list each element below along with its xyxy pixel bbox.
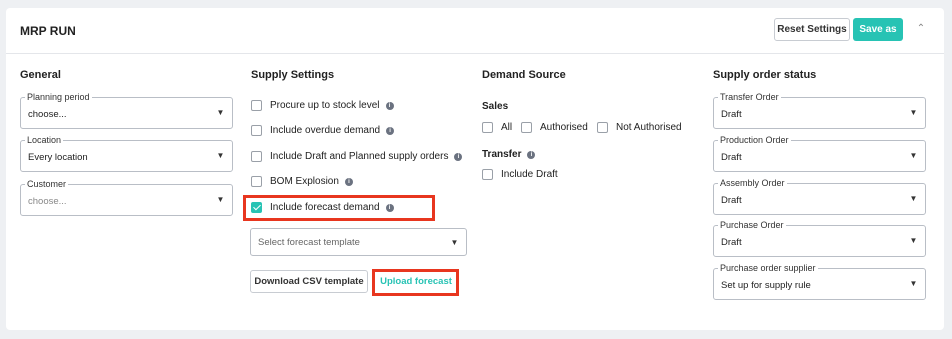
location-label: Location (25, 135, 64, 146)
supply-order-status-title: Supply order status (713, 69, 817, 81)
sales-not-authorised-label: Not Authorised (616, 122, 682, 133)
planning-period-value: choose... (28, 109, 67, 120)
sales-all-label: All (501, 122, 513, 133)
transfer-include-draft-option[interactable]: Include Draft (482, 169, 558, 180)
header-divider (6, 53, 944, 54)
sales-all-option[interactable]: All (482, 122, 512, 133)
chevron-up-icon[interactable]: ⌃ (914, 22, 928, 36)
supply-settings-title: Supply Settings (251, 69, 335, 81)
sales-subtitle: Sales (482, 101, 508, 112)
purchase-order-label: Purchase Order (718, 220, 786, 231)
purchase-order-supplier-value: Set up for supply rule (721, 280, 811, 291)
include-draft-planned-option[interactable]: Include Draft and Planned supply orders … (251, 151, 463, 162)
location-value: Every location (28, 152, 88, 163)
upload-highlight-box (372, 269, 459, 296)
draft-planned-label: Include Draft and Planned supply orders (270, 151, 449, 162)
purchase-order-select[interactable]: Purchase Order Draft ▼ (713, 220, 926, 257)
include-overdue-option[interactable]: Include overdue demand i (251, 125, 395, 136)
forecast-template-select[interactable]: Select forecast template ▼ (250, 228, 467, 256)
transfer-subtitle: Transfer i (482, 149, 536, 160)
planning-period-select[interactable]: Planning period choose... ▼ (20, 92, 233, 129)
overdue-label: Include overdue demand (270, 125, 381, 136)
planning-period-label: Planning period (25, 92, 92, 103)
overdue-checkbox[interactable] (251, 125, 262, 136)
chevron-down-icon: ▼ (216, 151, 225, 160)
customer-select[interactable]: Customer choose... ▼ (20, 179, 233, 216)
assembly-order-select[interactable]: Assembly Order Draft ▼ (713, 178, 926, 215)
transfer-order-select[interactable]: Transfer Order Draft ▼ (713, 92, 926, 129)
info-icon[interactable]: i (385, 101, 394, 110)
customer-label: Customer (25, 179, 69, 190)
chevron-down-icon: ▼ (216, 195, 225, 204)
assembly-order-value: Draft (721, 195, 742, 206)
procure-label: Procure up to stock level (270, 100, 380, 111)
sales-authorised-option[interactable]: Authorised (521, 122, 588, 133)
info-icon[interactable]: i (386, 126, 395, 135)
info-icon[interactable]: i (527, 150, 536, 159)
chevron-down-icon: ▼ (909, 194, 918, 203)
purchase-order-supplier-select[interactable]: Purchase order supplier Set up for suppl… (713, 263, 926, 300)
purchase-order-value: Draft (721, 237, 742, 248)
save-as-button[interactable]: Save as (853, 18, 903, 41)
page-title: MRP RUN (20, 24, 76, 38)
sales-all-checkbox[interactable] (482, 122, 493, 133)
bom-explosion-checkbox[interactable] (251, 176, 262, 187)
assembly-order-label: Assembly Order (718, 178, 787, 189)
production-order-value: Draft (721, 152, 742, 163)
sales-not-authorised-checkbox[interactable] (597, 122, 608, 133)
chevron-down-icon: ▼ (909, 151, 918, 160)
procure-up-to-stock-option[interactable]: Procure up to stock level i (251, 100, 394, 111)
transfer-order-label: Transfer Order (718, 92, 781, 103)
forecast-highlight-box (243, 195, 435, 221)
production-order-select[interactable]: Production Order Draft ▼ (713, 135, 926, 172)
general-section-title: General (20, 69, 61, 81)
forecast-template-placeholder: Select forecast template (258, 237, 360, 248)
purchase-order-supplier-label: Purchase order supplier (718, 263, 818, 274)
sales-authorised-label: Authorised (540, 122, 588, 133)
chevron-down-icon: ▼ (450, 238, 459, 247)
production-order-label: Production Order (718, 135, 791, 146)
location-select[interactable]: Location Every location ▼ (20, 135, 233, 172)
sales-authorised-checkbox[interactable] (521, 122, 532, 133)
customer-value: choose... (28, 196, 67, 207)
bom-explosion-option[interactable]: BOM Explosion i (251, 176, 353, 187)
info-icon[interactable]: i (454, 152, 463, 161)
chevron-down-icon: ▼ (216, 108, 225, 117)
transfer-order-value: Draft (721, 109, 742, 120)
demand-source-title: Demand Source (482, 69, 566, 81)
download-csv-template-button[interactable]: Download CSV template (250, 270, 368, 293)
sales-not-authorised-option[interactable]: Not Authorised (597, 122, 682, 133)
include-draft-checkbox[interactable] (482, 169, 493, 180)
sales-label: Sales (482, 101, 509, 112)
mrp-run-panel: MRP RUN Reset Settings Save as ⌃ General… (6, 8, 944, 330)
chevron-down-icon: ▼ (909, 108, 918, 117)
info-icon[interactable]: i (344, 177, 353, 186)
draft-planned-checkbox[interactable] (251, 151, 262, 162)
procure-checkbox[interactable] (251, 100, 262, 111)
transfer-label: Transfer (482, 149, 522, 160)
chevron-down-icon: ▼ (909, 236, 918, 245)
include-draft-label: Include Draft (501, 169, 558, 180)
bom-explosion-label: BOM Explosion (270, 176, 339, 187)
chevron-down-icon: ▼ (909, 279, 918, 288)
reset-settings-button[interactable]: Reset Settings (774, 18, 850, 41)
